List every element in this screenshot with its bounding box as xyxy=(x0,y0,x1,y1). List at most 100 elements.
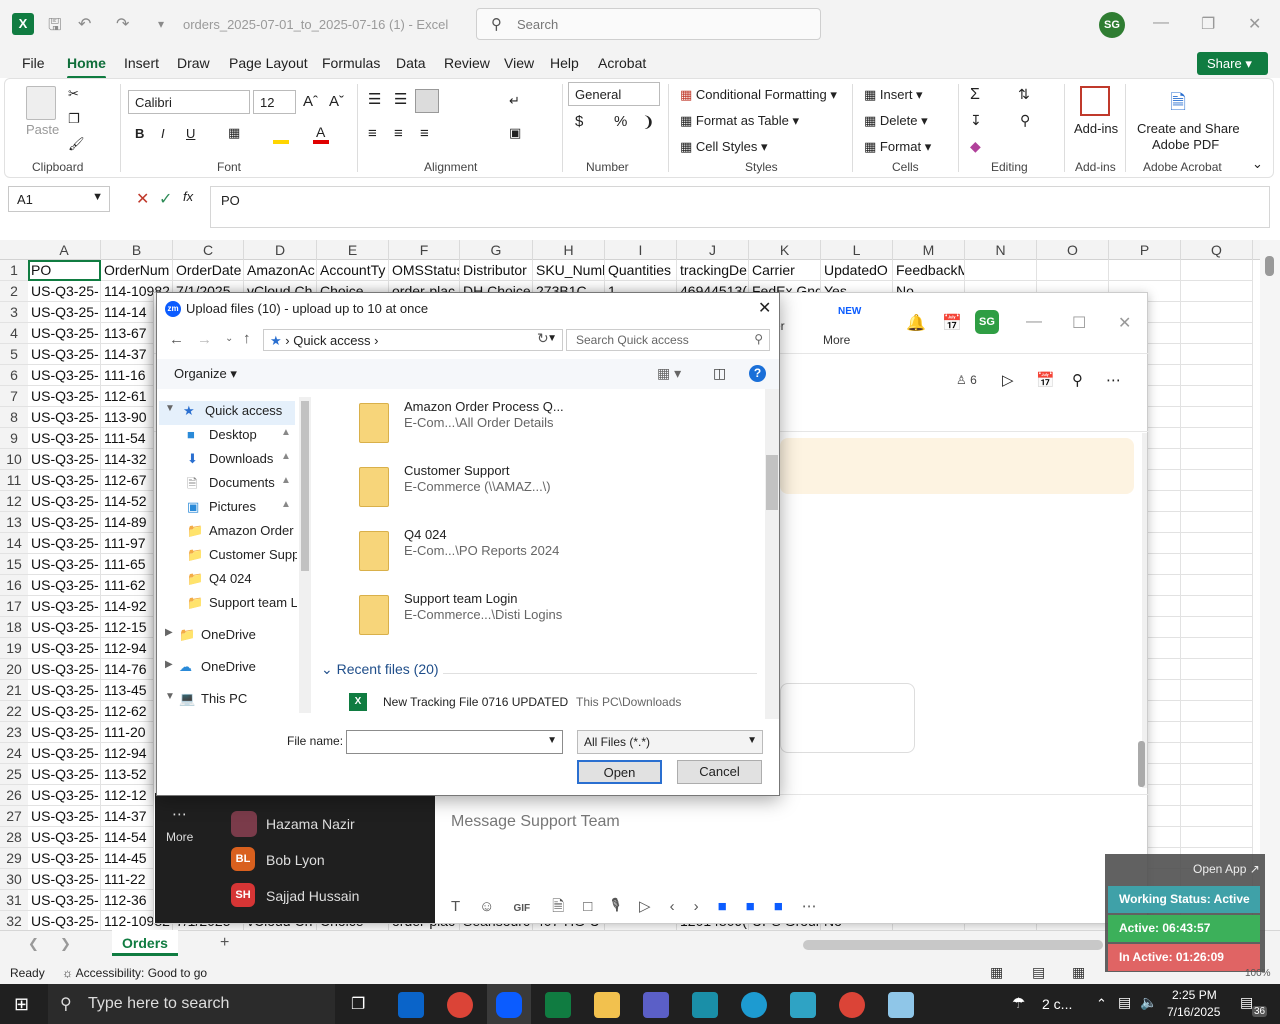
table-cell[interactable]: US-Q3-25- xyxy=(28,890,101,911)
row-header[interactable]: 18 xyxy=(0,617,28,638)
insert-function-icon[interactable]: fx xyxy=(183,189,193,204)
help-icon[interactable]: ? xyxy=(749,365,766,382)
table-cell[interactable] xyxy=(1181,260,1253,281)
find-select-icon[interactable]: ⚲ xyxy=(1020,112,1030,129)
recent-file-name[interactable]: New Tracking File 0716 UPDATED xyxy=(383,695,568,709)
column-header[interactable]: F xyxy=(389,240,460,260)
table-cell[interactable]: Distributor xyxy=(460,260,533,281)
expand-down-icon[interactable]: ▼ xyxy=(165,691,175,702)
table-cell[interactable]: US-Q3-25- xyxy=(28,680,101,701)
page-break-icon[interactable]: ▦ xyxy=(1072,964,1085,981)
nav-item[interactable]: ▼ ★ Quick access xyxy=(157,403,297,423)
table-cell[interactable] xyxy=(1181,827,1253,848)
column-header[interactable]: M xyxy=(893,240,965,260)
file-list[interactable]: Amazon Order Process Q... E-Com...\All Or… xyxy=(313,389,765,719)
table-cell[interactable] xyxy=(1181,638,1253,659)
column-header[interactable]: A xyxy=(28,240,101,260)
table-cell[interactable]: US-Q3-25- xyxy=(28,659,101,680)
menu-draw[interactable]: Draw xyxy=(177,55,210,71)
nav-item[interactable]: 📁 Amazon Order P xyxy=(157,523,297,543)
row-header[interactable]: 14 xyxy=(0,533,28,554)
windows-start-icon[interactable]: ⊞ xyxy=(14,994,29,1015)
search-box[interactable]: ⚲ Search xyxy=(476,8,821,40)
back-icon[interactable]: ← xyxy=(169,331,184,348)
row-header[interactable]: 7 xyxy=(0,386,28,407)
table-cell[interactable]: US-Q3-25- xyxy=(28,701,101,722)
zoom-taskbar-icon[interactable] xyxy=(496,992,522,1018)
cancel-button[interactable]: Cancel xyxy=(677,760,762,784)
menu-view[interactable]: View xyxy=(504,55,534,71)
table-cell[interactable]: OMSStatus xyxy=(389,260,460,281)
column-header[interactable]: P xyxy=(1109,240,1181,260)
row-header[interactable]: 23 xyxy=(0,722,28,743)
message-input[interactable]: Message Support Team xyxy=(451,813,620,831)
expand-down-icon[interactable]: ▼ xyxy=(165,403,175,414)
pin-icon[interactable]: ▲ xyxy=(281,451,291,462)
table-cell[interactable] xyxy=(1181,512,1253,533)
pin-icon[interactable]: ▲ xyxy=(281,475,291,486)
table-cell[interactable]: US-Q3-25- xyxy=(28,323,101,344)
comma-icon[interactable]: ❩ xyxy=(642,113,655,131)
folder-item[interactable]: Q4 024 E-Com...\PO Reports 2024 xyxy=(313,525,753,581)
nav-item[interactable]: ▼ 💻 This PC xyxy=(157,691,297,711)
table-cell[interactable] xyxy=(1181,659,1253,680)
share-button[interactable]: Share ▾ xyxy=(1197,52,1268,75)
table-cell[interactable]: US-Q3-25- xyxy=(28,428,101,449)
preview-pane-icon[interactable]: ◫ xyxy=(713,365,726,382)
table-cell[interactable] xyxy=(1181,617,1253,638)
app-icon-3[interactable]: ■ xyxy=(774,898,802,915)
row-header[interactable]: 17 xyxy=(0,596,28,617)
formula-input[interactable]: PO xyxy=(210,186,1270,228)
table-cell[interactable]: US-Q3-25- xyxy=(28,407,101,428)
table-cell[interactable]: US-Q3-25- xyxy=(28,722,101,743)
video-message-icon[interactable]: ▷ xyxy=(639,898,670,915)
table-cell[interactable]: Quantities xyxy=(605,260,677,281)
row-header[interactable]: 11 xyxy=(0,470,28,491)
table-cell[interactable] xyxy=(1181,680,1253,701)
more-tab[interactable]: More xyxy=(823,333,850,347)
menu-acrobat[interactable]: Acrobat xyxy=(598,55,646,71)
composer-toolbar[interactable]: T☺GIF 🗎□🎙▷‹›■■■⋯ xyxy=(451,896,836,921)
chrome-profile-icon[interactable] xyxy=(839,992,865,1018)
format-painter-icon[interactable]: 🖌 xyxy=(68,136,85,152)
zoom-more-label[interactable]: More xyxy=(166,830,193,844)
table-cell[interactable] xyxy=(1181,701,1253,722)
table-cell[interactable]: US-Q3-25- xyxy=(28,911,101,932)
table-cell[interactable]: US-Q3-25- xyxy=(28,365,101,386)
nav-item[interactable]: ▶ 📁 OneDrive xyxy=(157,627,297,647)
more-composer-icon[interactable]: ⋯ xyxy=(802,898,836,915)
align-right-icon[interactable]: ≡ xyxy=(420,125,429,142)
table-cell[interactable]: US-Q3-25- xyxy=(28,638,101,659)
table-cell[interactable] xyxy=(1181,428,1253,449)
zoom-maximize-icon[interactable]: ☐ xyxy=(1072,313,1086,333)
table-cell[interactable]: AccountTy xyxy=(317,260,389,281)
table-cell[interactable] xyxy=(1109,260,1181,281)
horizontal-scrollbar[interactable] xyxy=(803,940,1103,950)
table-cell[interactable]: US-Q3-25- xyxy=(28,848,101,869)
menu-review[interactable]: Review xyxy=(444,55,490,71)
row-header[interactable]: 15 xyxy=(0,554,28,575)
row-header[interactable]: 1 xyxy=(0,260,28,281)
normal-view-icon[interactable]: ▦ xyxy=(990,964,1003,981)
table-cell[interactable] xyxy=(1181,302,1253,323)
align-bottom-icon[interactable] xyxy=(415,89,439,113)
table-cell[interactable]: Carrier xyxy=(749,260,821,281)
column-header[interactable]: J xyxy=(677,240,749,260)
row-header[interactable]: 3 xyxy=(0,302,28,323)
row-header[interactable]: 29 xyxy=(0,848,28,869)
row-header[interactable]: 24 xyxy=(0,743,28,764)
file-explorer-icon[interactable] xyxy=(594,992,620,1018)
table-cell[interactable] xyxy=(1181,344,1253,365)
add-ins-label[interactable]: Add-ins xyxy=(1074,121,1118,136)
page-layout-icon[interactable]: ▤ xyxy=(1032,964,1045,981)
restore-icon[interactable]: ❐ xyxy=(1201,14,1215,34)
contact-name[interactable]: Sajjad Hussain xyxy=(266,888,359,904)
customize-qat-icon[interactable]: ▾ xyxy=(158,17,164,31)
table-cell[interactable] xyxy=(1181,323,1253,344)
percent-icon[interactable]: % xyxy=(614,113,627,130)
table-cell[interactable] xyxy=(1181,806,1253,827)
table-cell[interactable] xyxy=(1181,785,1253,806)
table-cell[interactable] xyxy=(1181,722,1253,743)
nav-item[interactable]: ■ Desktop ▲ xyxy=(157,427,297,447)
row-header[interactable]: 27 xyxy=(0,806,28,827)
